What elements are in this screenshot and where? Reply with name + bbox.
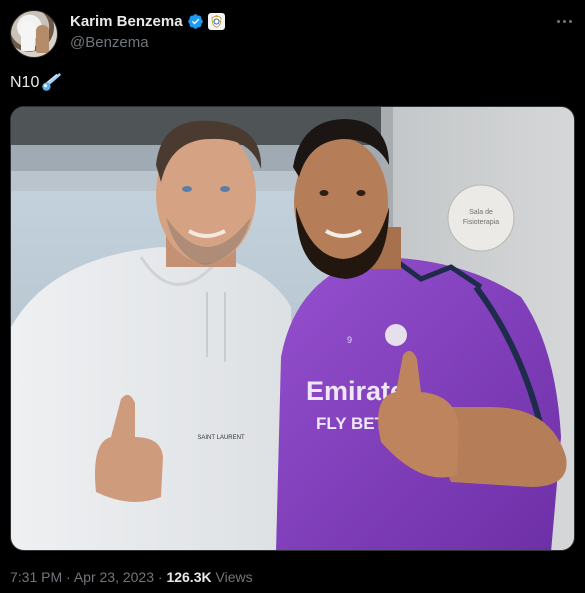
views-count[interactable]: 126.3K [166,569,211,585]
tweet-photo[interactable]: Sala de Fisioterapia SAINT LAURENT 9 Emi… [10,106,575,551]
more-options-icon[interactable] [553,12,575,30]
tweet-text: N10 [10,72,62,94]
tweet-header: Karim Benzema @Benzema [10,10,575,60]
photo-scene: Sala de Fisioterapia SAINT LAURENT 9 Emi… [11,107,574,550]
tweet-text-content: N10 [10,74,40,91]
tweet-time[interactable]: 7:31 PM [10,569,62,585]
jersey-number: 9 [347,335,352,345]
affiliate-badge-icon[interactable] [207,13,225,30]
author-name-row: Karim Benzema [70,13,225,30]
tweet-date[interactable]: Apr 23, 2023 [74,569,154,585]
comet-icon [42,73,61,91]
author-name[interactable]: Karim Benzema [70,13,183,30]
hoodie-label: SAINT LAURENT [197,435,245,441]
meta-separator-2: · [157,569,163,585]
views-label: Views [215,569,253,585]
wall-sign-line2: Fisioterapia [463,219,499,226]
author-handle[interactable]: @Benzema [70,34,149,51]
meta-separator: · [66,569,71,585]
author-avatar[interactable] [10,10,58,58]
tweet-meta: 7:31 PM · Apr 23, 2023 · 126.3K Views [10,569,253,585]
verified-badge-icon[interactable] [187,13,204,30]
wall-sign-line1: Sala de [469,209,493,216]
